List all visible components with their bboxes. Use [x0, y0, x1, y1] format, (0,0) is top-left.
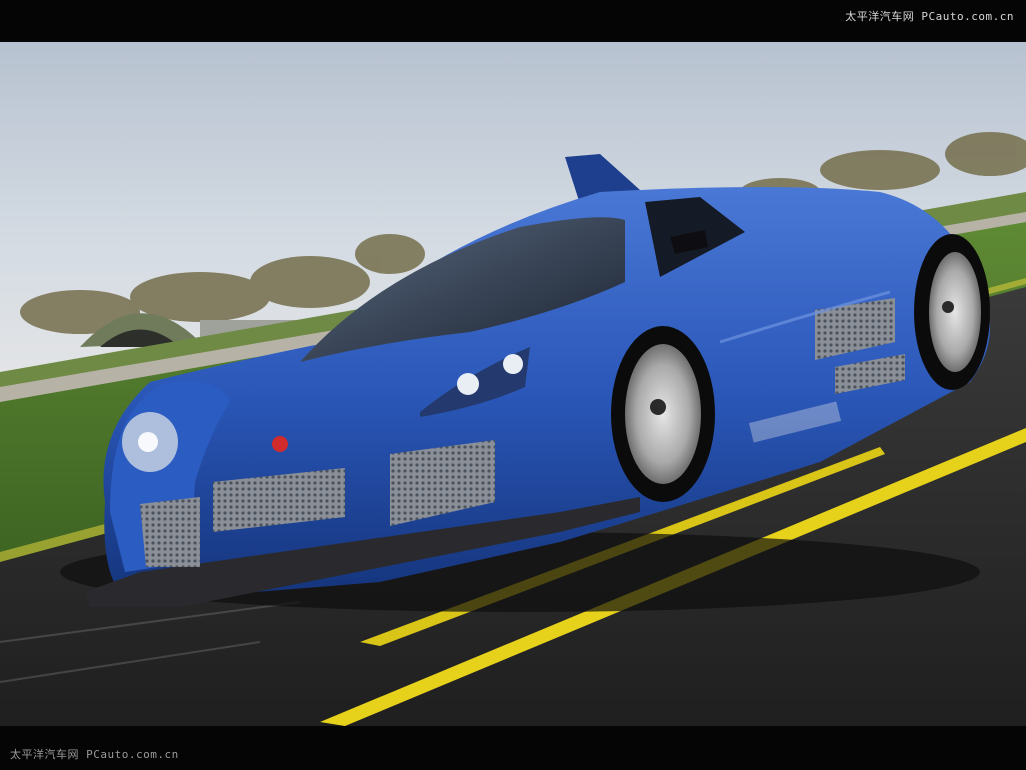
front-right-rim: [625, 344, 701, 484]
rear-right-rim: [929, 252, 981, 372]
left-intake: [140, 497, 200, 567]
car-photo: [0, 42, 1026, 726]
bottom-watermark-bar: 太平洋汽车网 PCauto.com.cn: [0, 726, 1026, 770]
top-watermark-text: 太平洋汽车网 PCauto.com.cn: [845, 10, 1014, 23]
right-headlight: [457, 373, 479, 395]
bottom-watermark-text: 太平洋汽车网 PCauto.com.cn: [10, 748, 179, 761]
top-watermark-bar: 太平洋汽车网 PCauto.com.cn: [0, 0, 1026, 42]
image-frame: 太平洋汽车网 PCauto.com.cn 太平洋汽车网 PCauto.com.c…: [0, 0, 1026, 770]
badge-icon: [272, 436, 288, 452]
photo-canvas: [0, 42, 1026, 726]
